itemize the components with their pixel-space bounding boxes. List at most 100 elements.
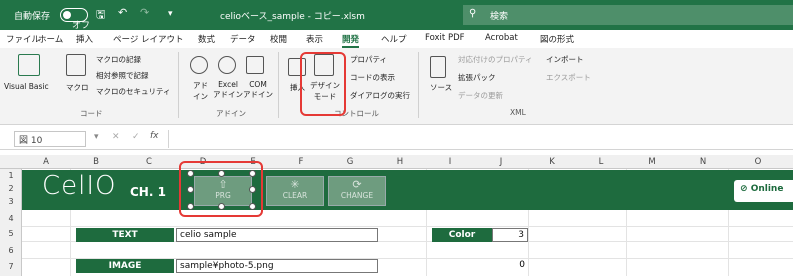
col-header-i[interactable]: I bbox=[426, 157, 474, 167]
tab-page-layout[interactable]: ページ レイアウト bbox=[113, 33, 184, 45]
clear-button[interactable]: ✳ CLEAR bbox=[266, 176, 324, 206]
design-mode-highlight bbox=[300, 52, 346, 116]
search-icon: ⚲ bbox=[469, 8, 477, 19]
undo-icon[interactable]: ↶ bbox=[118, 6, 127, 19]
macro-security-button[interactable]: マクロのセキュリティ bbox=[96, 86, 171, 97]
search-placeholder: 検索 bbox=[490, 12, 509, 22]
save-icon[interactable]: 🖫 bbox=[96, 6, 105, 25]
macro-button[interactable]: マクロ bbox=[66, 82, 89, 93]
column-headers: A B C D E F G H I J K L M N O bbox=[0, 155, 793, 169]
search-box[interactable]: ⚲ 検索 bbox=[463, 5, 793, 25]
xml-group-label: XML bbox=[510, 108, 526, 117]
clear-label: CLEAR bbox=[282, 191, 308, 200]
text-value-cell[interactable]: celio sample bbox=[176, 228, 378, 242]
com-addin-button[interactable]: COM アドイン bbox=[243, 80, 273, 100]
formula-input[interactable] bbox=[168, 130, 793, 148]
col-header-g[interactable]: G bbox=[326, 157, 374, 167]
visual-basic-icon bbox=[18, 54, 40, 76]
tab-picture-format[interactable]: 図の形式 bbox=[540, 33, 574, 45]
online-label: Online bbox=[750, 184, 784, 194]
row-header-2[interactable]: 2 bbox=[0, 184, 22, 193]
autosave-toggle[interactable]: オフ bbox=[60, 8, 90, 31]
col-header-h[interactable]: H bbox=[374, 157, 426, 167]
col-header-j[interactable]: J bbox=[474, 157, 528, 167]
tab-developer[interactable]: 開発 bbox=[342, 33, 360, 48]
tab-insert[interactable]: 挿入 bbox=[76, 33, 93, 45]
col-header-a[interactable]: A bbox=[22, 157, 70, 167]
cancel-icon[interactable]: ✕ bbox=[112, 132, 120, 142]
image-value-cell[interactable]: sample¥photo-5.png bbox=[176, 259, 378, 273]
col-header-l[interactable]: L bbox=[576, 157, 626, 167]
celio-banner: CelIO CH. 1 ⇧ PRG ✳ CLEAR ⟳ CHANGE ⊘ Onl… bbox=[22, 170, 793, 210]
relative-ref-button[interactable]: 相対参照で記録 bbox=[96, 70, 149, 81]
row-header-1[interactable]: 1 bbox=[0, 171, 22, 180]
addin-icon bbox=[190, 56, 208, 74]
col-header-k[interactable]: K bbox=[528, 157, 576, 167]
redo-icon[interactable]: ↷ bbox=[140, 6, 149, 19]
text-label-cell[interactable]: TEXT bbox=[76, 228, 174, 242]
tab-foxit-pdf[interactable]: Foxit PDF bbox=[425, 33, 465, 43]
col-header-f[interactable]: F bbox=[276, 157, 326, 167]
row-header-7[interactable]: 7 bbox=[0, 262, 22, 271]
col-header-n[interactable]: N bbox=[678, 157, 728, 167]
expansion-packs-button[interactable]: 拡張パック bbox=[458, 72, 496, 83]
change-label: CHANGE bbox=[340, 191, 374, 200]
visual-basic-button[interactable]: Visual Basic bbox=[4, 82, 49, 91]
toggle-knob bbox=[63, 11, 71, 19]
channel-label: CH. 1 bbox=[130, 185, 166, 199]
tab-file[interactable]: ファイル bbox=[6, 33, 40, 45]
change-button[interactable]: ⟳ CHANGE bbox=[328, 176, 386, 206]
view-code-button[interactable]: コードの表示 bbox=[350, 72, 395, 83]
prg-button-highlight bbox=[179, 161, 263, 217]
tab-formulas[interactable]: 数式 bbox=[198, 33, 215, 45]
image-label-cell[interactable]: IMAGE bbox=[76, 259, 174, 273]
qat-dropdown-icon[interactable]: ▾ bbox=[168, 9, 173, 19]
addin-button[interactable]: アド イン bbox=[193, 80, 208, 102]
online-button[interactable]: ⊘ Online bbox=[734, 180, 793, 202]
tab-acrobat[interactable]: Acrobat bbox=[485, 33, 518, 43]
map-properties-button[interactable]: 対応付けのプロパティ bbox=[458, 54, 533, 65]
grid-line bbox=[22, 226, 793, 227]
tab-review[interactable]: 校閲 bbox=[270, 33, 287, 45]
record-macro-button[interactable]: マクロの記録 bbox=[96, 54, 141, 65]
addins-group-label: アドイン bbox=[216, 109, 246, 118]
col-header-b[interactable]: B bbox=[70, 157, 122, 167]
export-button[interactable]: エクスポート bbox=[546, 72, 591, 83]
row-header-5[interactable]: 5 bbox=[0, 229, 22, 238]
group-separator bbox=[418, 52, 419, 118]
properties-button[interactable]: プロパティ bbox=[350, 54, 387, 65]
row-header-4[interactable]: 4 bbox=[0, 214, 22, 223]
file-name[interactable]: celioベース_sample - コピー.xlsm bbox=[220, 9, 365, 22]
tab-home[interactable]: ホーム bbox=[38, 33, 63, 45]
name-box-dropdown-icon[interactable]: ▾ bbox=[94, 132, 99, 142]
excel-addin-button[interactable]: Excel アドイン bbox=[213, 80, 243, 100]
xml-source-button[interactable]: ソース bbox=[430, 82, 452, 93]
color-label-cell[interactable]: Color bbox=[432, 228, 492, 242]
code-group-label: コード bbox=[80, 109, 103, 118]
tab-help[interactable]: ヘルプ bbox=[381, 33, 407, 45]
fx-button[interactable]: fx bbox=[150, 131, 159, 141]
celio-logo: CelIO bbox=[42, 171, 117, 201]
row-header-6[interactable]: 6 bbox=[0, 246, 22, 255]
col-header-m[interactable]: M bbox=[626, 157, 678, 167]
name-box[interactable]: 図 10 bbox=[14, 131, 86, 147]
com-addin-icon bbox=[246, 56, 264, 74]
enter-icon[interactable]: ✓ bbox=[132, 132, 140, 142]
refresh-data-button[interactable]: データの更新 bbox=[458, 90, 503, 101]
sparkle-icon: ✳ bbox=[290, 178, 300, 191]
online-icon: ⊘ bbox=[740, 184, 751, 194]
j7-value-cell[interactable]: 0 bbox=[492, 260, 528, 274]
autosave-label: 自動保存 bbox=[14, 12, 51, 22]
tab-view[interactable]: 表示 bbox=[306, 33, 323, 45]
color-value-cell[interactable]: 3 bbox=[492, 228, 528, 242]
xml-source-icon bbox=[430, 56, 446, 78]
title-bar: 自動保存 オフ 🖫 ↶ ↷ ▾ celioベース_sample - コピー.xl… bbox=[0, 0, 793, 31]
run-dialog-button[interactable]: ダイアログの実行 bbox=[350, 90, 410, 101]
row-header-3[interactable]: 3 bbox=[0, 197, 22, 206]
col-header-o[interactable]: O bbox=[728, 157, 788, 167]
tab-data[interactable]: データ bbox=[230, 33, 256, 45]
col-header-c[interactable]: C bbox=[122, 157, 176, 167]
import-button[interactable]: インポート bbox=[546, 54, 584, 65]
row-headers: 1 2 3 4 5 6 7 bbox=[0, 169, 22, 276]
group-separator bbox=[278, 52, 279, 118]
